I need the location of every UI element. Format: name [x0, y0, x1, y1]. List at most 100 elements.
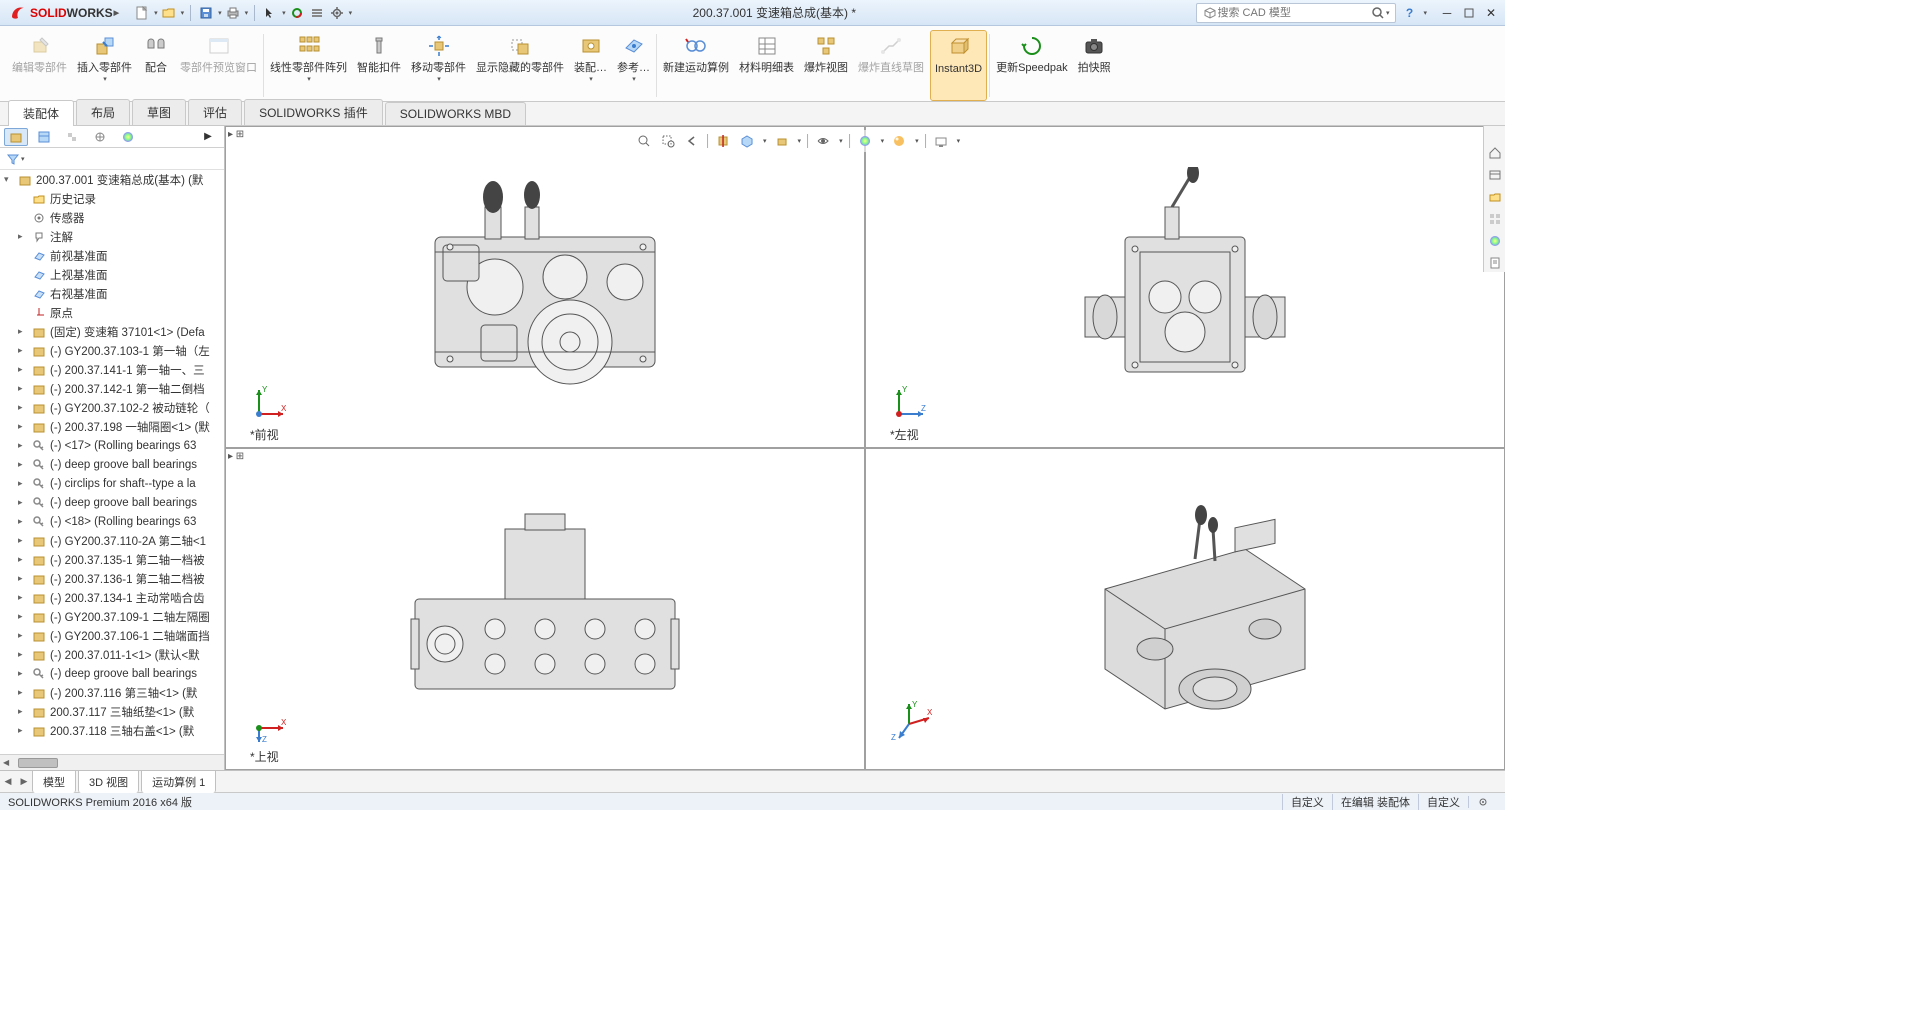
previous-view-button[interactable] [683, 132, 701, 150]
viewport-isometric[interactable]: Y X Z [865, 448, 1505, 770]
bottom-tab-3dview[interactable]: 3D 视图 [78, 770, 139, 793]
tree-component-item[interactable]: ▸(-) 200.37.011-1<1> (默认<默 [0, 645, 224, 664]
tree-component-item[interactable]: ▸(-) GY200.37.110-2A 第二轴<1 [0, 531, 224, 550]
close-button[interactable]: ✕ [1481, 4, 1501, 22]
search-icon[interactable] [1371, 6, 1385, 20]
configuration-manager-tab[interactable] [60, 128, 84, 146]
print-button[interactable] [224, 4, 242, 22]
tree-history[interactable]: 历史记录 [0, 189, 224, 208]
custom-properties-button[interactable] [1486, 254, 1504, 272]
design-library-button[interactable] [1486, 166, 1504, 184]
tree-right-plane[interactable]: 右视基准面 [0, 284, 224, 303]
settings-button[interactable] [328, 4, 346, 22]
tree-component-item[interactable]: ▸(-) 200.37.141-1 第一轴一、三 [0, 360, 224, 379]
status-editing[interactable]: 在编辑 装配体 [1332, 794, 1418, 810]
tree-component-item[interactable]: ▸(-) circlips for shaft--type a la [0, 474, 224, 493]
feature-tree-tab[interactable] [4, 128, 28, 146]
tree-front-plane[interactable]: 前视基准面 [0, 246, 224, 265]
show-hidden-button[interactable]: 显示隐藏的零部件 [472, 30, 568, 101]
panel-expand-button[interactable]: ▶ [196, 128, 220, 146]
tree-component-item[interactable]: ▸(-) deep groove ball bearings [0, 493, 224, 512]
tree-annotations[interactable]: ▸注解 [0, 227, 224, 246]
viewport-front[interactable]: ▸ ⊞ Y X [225, 126, 865, 448]
zoom-area-button[interactable] [659, 132, 677, 150]
open-file-button[interactable] [160, 4, 178, 22]
options-button[interactable] [308, 4, 326, 22]
search-dropdown-icon[interactable]: ▾ [1386, 9, 1390, 17]
home-rail-button[interactable] [1486, 144, 1504, 162]
assembly-features-button[interactable]: 装配…▾ [570, 30, 611, 101]
status-unit[interactable]: 自定义 [1418, 794, 1468, 810]
tab-scroll-left[interactable]: ◀ [0, 776, 16, 787]
help-dropdown-icon[interactable]: ▾ [1423, 9, 1427, 17]
hide-show-button[interactable] [814, 132, 832, 150]
cursor-button[interactable] [261, 4, 279, 22]
appearances-button[interactable] [1486, 232, 1504, 250]
bottom-tab-model[interactable]: 模型 [32, 770, 76, 793]
smart-fastener-button[interactable]: 智能扣件 [353, 30, 405, 101]
tab-addins[interactable]: SOLIDWORKS 插件 [244, 99, 383, 125]
search-input[interactable] [1217, 7, 1370, 19]
apply-scene-button[interactable] [890, 132, 908, 150]
tree-horizontal-scrollbar[interactable]: ◀ [0, 754, 224, 770]
viewport-left[interactable]: Y Z *左视 [865, 126, 1505, 448]
linear-pattern-button[interactable]: 线性零部件阵列▾ [266, 30, 351, 101]
view-tree-indicator[interactable]: ▸ ⊞ [228, 129, 244, 140]
edit-appearance-button[interactable] [856, 132, 874, 150]
tab-assembly[interactable]: 装配体 [8, 100, 74, 126]
tree-sensors[interactable]: 传感器 [0, 208, 224, 227]
tree-component-item[interactable]: ▸(-) 200.37.142-1 第一轴二倒档 [0, 379, 224, 398]
view-orientation-button[interactable] [738, 132, 756, 150]
tree-component-item[interactable]: ▸200.37.117 三轴纸垫<1> (默 [0, 702, 224, 721]
tree-origin[interactable]: 原点 [0, 303, 224, 322]
print-dropdown-icon[interactable]: ▾ [245, 9, 249, 17]
open-dropdown-icon[interactable]: ▾ [181, 9, 185, 17]
display-manager-tab[interactable] [116, 128, 140, 146]
new-motion-study-button[interactable]: 新建运动算例 [659, 30, 733, 101]
tree-component-item[interactable]: ▸200.37.118 三轴右盖<1> (默 [0, 721, 224, 740]
tree-component-item[interactable]: ▸(-) <17> (Rolling bearings 63 [0, 436, 224, 455]
tab-evaluate[interactable]: 评估 [188, 99, 242, 125]
tab-layout[interactable]: 布局 [76, 99, 130, 125]
exploded-view-button[interactable]: 爆炸视图 [800, 30, 852, 101]
bom-button[interactable]: 材料明细表 [735, 30, 798, 101]
zoom-fit-button[interactable] [635, 132, 653, 150]
status-gear-icon[interactable] [1468, 796, 1497, 808]
maximize-button[interactable] [1459, 4, 1479, 22]
mate-button[interactable]: 配合 [138, 30, 174, 101]
logo-dropdown-icon[interactable]: ▶ [114, 9, 119, 17]
view-palette-button[interactable] [1486, 210, 1504, 228]
tree-component-item[interactable]: ▸(-) 200.37.134-1 主动常啮合齿 [0, 588, 224, 607]
display-style-button[interactable] [773, 132, 791, 150]
snapshot-button[interactable]: 拍快照 [1074, 30, 1115, 101]
move-component-button[interactable]: 移动零部件▾ [407, 30, 470, 101]
tab-mbd[interactable]: SOLIDWORKS MBD [385, 102, 526, 125]
tree-component-item[interactable]: ▸(-) deep groove ball bearings [0, 664, 224, 683]
filter-icon[interactable] [6, 152, 20, 166]
tree-root[interactable]: ▾200.37.001 变速箱总成(基本) (默 [0, 170, 224, 189]
tree-component-item[interactable]: ▸(-) GY200.37.103-1 第一轴（左 [0, 341, 224, 360]
filter-dropdown-icon[interactable]: ▾ [21, 155, 25, 163]
feature-tree[interactable]: ▾200.37.001 变速箱总成(基本) (默 历史记录 传感器 ▸注解 前视… [0, 170, 224, 754]
tree-component-item[interactable]: ▸(-) <18> (Rolling bearings 63 [0, 512, 224, 531]
tree-component-item[interactable]: ▸(-) 200.37.136-1 第二轴二档被 [0, 569, 224, 588]
save-button[interactable] [197, 4, 215, 22]
minimize-button[interactable]: ─ [1437, 4, 1457, 22]
bottom-tab-motion-study[interactable]: 运动算例 1 [141, 770, 216, 793]
cursor-dropdown-icon[interactable]: ▾ [282, 9, 286, 17]
rebuild-button[interactable] [288, 4, 306, 22]
tree-component-item[interactable]: ▸(固定) 变速箱 37101<1> (Defa [0, 322, 224, 341]
new-dropdown-icon[interactable]: ▾ [154, 9, 158, 17]
view-tree-indicator[interactable]: ▸ ⊞ [228, 451, 244, 462]
save-dropdown-icon[interactable]: ▾ [218, 9, 222, 17]
file-explorer-button[interactable] [1486, 188, 1504, 206]
tree-top-plane[interactable]: 上视基准面 [0, 265, 224, 284]
tree-component-item[interactable]: ▸(-) deep groove ball bearings [0, 455, 224, 474]
new-file-button[interactable] [133, 4, 151, 22]
section-view-button[interactable] [714, 132, 732, 150]
instant3d-button[interactable]: Instant3D [930, 30, 987, 101]
property-manager-tab[interactable] [32, 128, 56, 146]
view-settings-button[interactable] [932, 132, 950, 150]
help-button[interactable]: ? [1400, 4, 1418, 22]
tree-component-item[interactable]: ▸(-) 200.37.116 第三轴<1> (默 [0, 683, 224, 702]
